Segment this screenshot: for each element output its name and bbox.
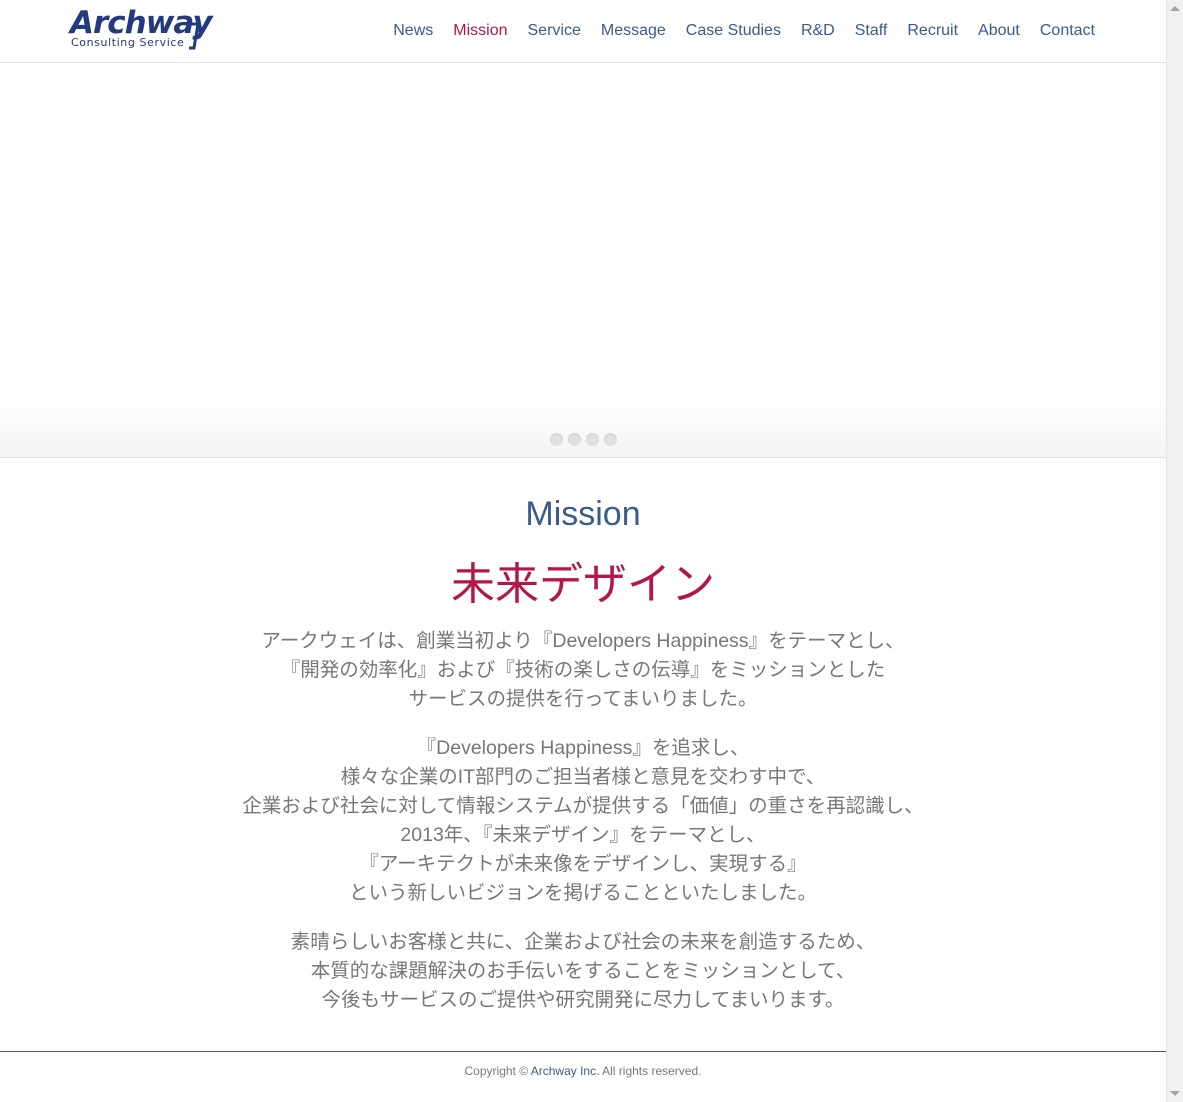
mission-paragraph: 『Developers Happiness』を追求し、 様々な企業のIT部門のご… — [0, 734, 1166, 908]
mission-headline: 未来デザイン — [451, 560, 715, 609]
page: Archway Consulting Service News Mission … — [0, 0, 1166, 1102]
paragraph-line: 本質的な課題解決のお手伝いをすることをミッションとして、 — [310, 960, 856, 982]
hero-slider — [0, 63, 1166, 458]
paragraph-line: という新しいビジョンを掲げることといたしました。 — [348, 882, 817, 904]
nav-mission[interactable]: Mission — [443, 20, 517, 42]
nav-service[interactable]: Service — [518, 20, 591, 42]
paragraph-line: 素晴らしいお客様と共に、企業および社会の未来を創造するため、 — [290, 931, 876, 953]
paragraph-line: 2013年、『未来デザイン』をテーマとし、 — [400, 824, 766, 846]
logo-tagline: Consulting Service — [71, 36, 185, 49]
logo-swoosh-icon — [189, 22, 200, 50]
archway-logo[interactable]: Archway Consulting Service — [70, 6, 213, 52]
mission-section: Mission 未来デザイン アークウェイは、創業当初より『Developers… — [0, 458, 1166, 1015]
scroll-up-icon[interactable] — [1170, 6, 1180, 11]
paragraph-line: 『開発の効率化』および『技術の楽しさの伝導』をミッションとした — [280, 659, 886, 681]
paragraph-line: 『アーキテクトが未来像をデザインし、実現する』 — [359, 853, 807, 875]
slider-dot[interactable] — [585, 433, 599, 446]
site-footer: Copyright © Archway Inc. All rights rese… — [0, 1051, 1166, 1078]
nav-case-studies[interactable]: Case Studies — [676, 20, 791, 42]
nav-about[interactable]: About — [968, 20, 1030, 42]
nav-recruit[interactable]: Recruit — [897, 20, 968, 42]
paragraph-line: アークウェイは、創業当初より『Developers Happiness』をテーマ… — [261, 630, 905, 652]
nav-contact[interactable]: Contact — [1030, 20, 1095, 42]
paragraph-line: 『Developers Happiness』を追求し、 — [416, 737, 750, 759]
main-nav: News Mission Service Message Case Studie… — [383, 20, 1095, 42]
section-title: Mission — [525, 495, 641, 533]
mission-paragraph: アークウェイは、創業当初より『Developers Happiness』をテーマ… — [0, 627, 1166, 714]
company-link[interactable]: Archway Inc. — [531, 1064, 600, 1078]
mission-paragraph: 素晴らしいお客様と共に、企業および社会の未来を創造するため、 本質的な課題解決の… — [0, 928, 1166, 1015]
scroll-down-icon[interactable] — [1170, 1091, 1180, 1096]
nav-news[interactable]: News — [383, 20, 443, 42]
slider-dot[interactable] — [549, 433, 563, 446]
nav-message[interactable]: Message — [591, 20, 676, 42]
vertical-scrollbar[interactable] — [1166, 0, 1183, 1102]
slider-dot[interactable] — [567, 433, 581, 446]
site-header: Archway Consulting Service News Mission … — [0, 0, 1166, 63]
slider-pagination — [0, 433, 1166, 446]
copyright-prefix: Copyright © — [464, 1064, 531, 1078]
paragraph-line: 企業および社会に対して情報システムが提供する「価値」の重さを再認識し、 — [242, 795, 924, 817]
paragraph-line: 今後もサービスのご提供や研究開発に尽力してまいります。 — [321, 989, 845, 1011]
nav-staff[interactable]: Staff — [845, 20, 898, 42]
paragraph-line: 様々な企業のIT部門のご担当者様と意見を交わす中で、 — [340, 766, 826, 788]
nav-rd[interactable]: R&D — [791, 20, 845, 42]
slider-dot[interactable] — [603, 433, 617, 446]
paragraph-line: サービスの提供を行ってまいりました。 — [408, 688, 758, 710]
copyright-suffix: All rights reserved. — [599, 1064, 702, 1078]
